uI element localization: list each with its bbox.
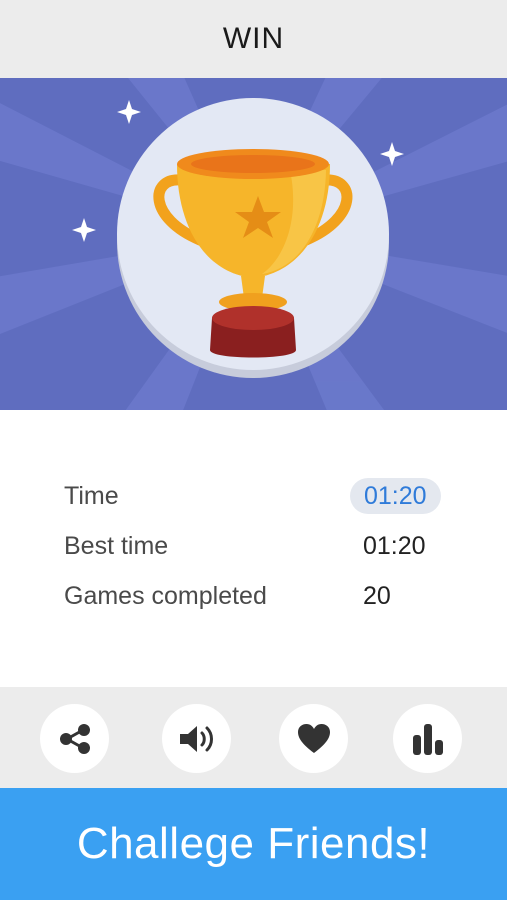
stat-row-games-completed: Games completed 20 (0, 576, 507, 616)
share-icon (59, 723, 90, 754)
sound-button[interactable] (162, 704, 231, 773)
challenge-friends-label: Challege Friends! (76, 819, 431, 868)
trophy-illustration (0, 78, 507, 410)
trophy-banner (0, 78, 507, 410)
header-bar: WIN (0, 0, 507, 78)
action-toolbar (0, 687, 507, 788)
stat-label: Games completed (64, 582, 267, 610)
stat-row-time: Time 01:20 (0, 476, 507, 516)
stat-label: Time (64, 482, 119, 510)
stat-value: 20 (363, 582, 391, 610)
stats-panel: Time 01:20 Best time 01:20 Games complet… (0, 410, 507, 687)
page-title: WIN (222, 22, 285, 55)
stat-label: Best time (64, 532, 169, 560)
favorite-button[interactable] (279, 704, 348, 773)
leaderboard-button[interactable] (393, 704, 462, 773)
leaderboard-icon (412, 723, 443, 755)
sound-icon (179, 725, 213, 752)
stat-row-best-time: Best time 01:20 (0, 526, 507, 566)
stat-value: 01:20 (350, 478, 441, 514)
challenge-friends-button[interactable]: Challege Friends! (0, 788, 507, 900)
stat-value: 01:20 (363, 532, 426, 560)
share-button[interactable] (40, 704, 109, 773)
heart-icon (297, 723, 330, 753)
